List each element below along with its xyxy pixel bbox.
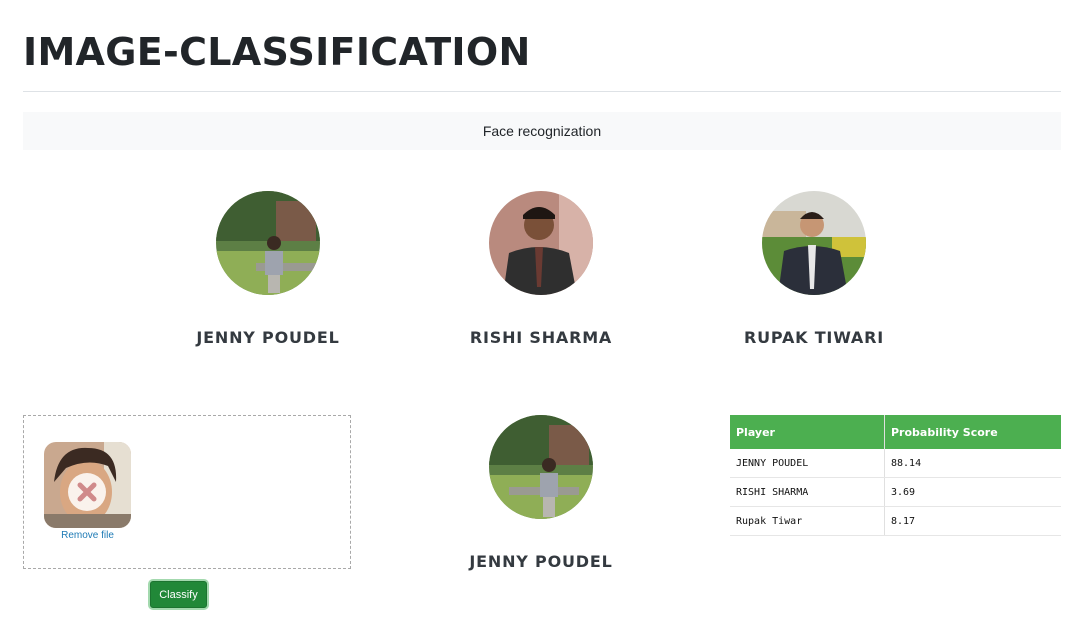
remove-file-link[interactable]: Remove file bbox=[44, 530, 131, 541]
player-name: JENNY POUDEL bbox=[196, 328, 340, 347]
player-avatar-rupak bbox=[762, 191, 866, 295]
player-cell: JENNY POUDEL bbox=[730, 449, 885, 478]
score-cell: 3.69 bbox=[884, 477, 1061, 507]
result-avatar bbox=[489, 415, 593, 519]
probability-table: Player Probability Score JENNY POUDEL 88… bbox=[730, 415, 1061, 536]
result-card: JENNY POUDEL bbox=[451, 415, 631, 571]
table-row: RISHI SHARMA 3.69 bbox=[730, 477, 1061, 507]
score-cell: 8.17 bbox=[884, 506, 1061, 536]
uploaded-image-thumbnail bbox=[44, 442, 131, 528]
player-card-jenny: JENNY POUDEL bbox=[178, 191, 358, 347]
table-row: Rupak Tiwar 8.17 bbox=[730, 506, 1061, 536]
column-header-probability: Probability Score bbox=[884, 415, 1061, 449]
score-cell: 88.14 bbox=[884, 449, 1061, 478]
result-name: JENNY POUDEL bbox=[469, 552, 613, 571]
classify-button[interactable]: Classify bbox=[150, 581, 207, 608]
table-row: JENNY POUDEL 88.14 bbox=[730, 449, 1061, 478]
file-dropzone[interactable]: Remove file bbox=[23, 415, 351, 569]
title-divider bbox=[23, 91, 1061, 92]
player-cell: RISHI SHARMA bbox=[730, 477, 885, 507]
player-name: RUPAK TIWARI bbox=[744, 328, 884, 347]
player-name: RISHI SHARMA bbox=[469, 328, 613, 347]
player-avatar-rishi bbox=[489, 191, 593, 295]
column-header-player: Player bbox=[730, 415, 885, 449]
player-cell: Rupak Tiwar bbox=[730, 506, 885, 536]
player-card-rupak: RUPAK TIWARI bbox=[724, 191, 904, 347]
section-banner: Face recognization bbox=[23, 112, 1061, 150]
page-title: IMAGE-CLASSIFICATION bbox=[23, 30, 531, 74]
player-card-rishi: RISHI SHARMA bbox=[451, 191, 631, 347]
remove-x-icon[interactable] bbox=[68, 473, 106, 511]
player-avatar-jenny bbox=[216, 191, 320, 295]
table-header-row: Player Probability Score bbox=[730, 415, 1061, 449]
